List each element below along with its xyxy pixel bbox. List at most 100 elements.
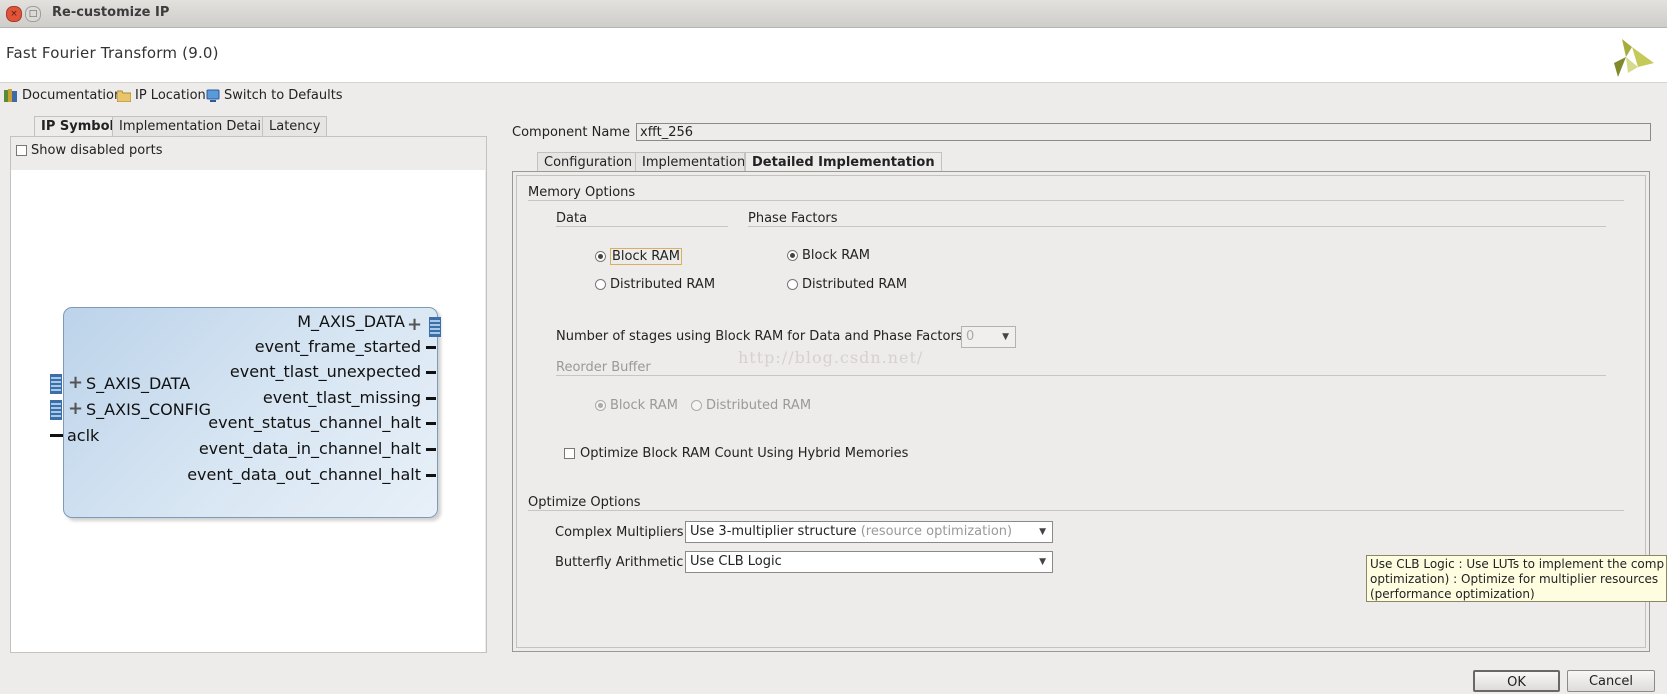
tab-latency[interactable]: Latency (262, 116, 328, 136)
tab-configuration[interactable]: Configuration (537, 152, 640, 172)
butterfly-arithmetic-label: Butterfly Arithmetic (555, 555, 684, 570)
complex-multipliers-label: Complex Multipliers (555, 525, 684, 540)
checkbox-box[interactable] (16, 145, 27, 156)
port-event-data-out-channel-halt: event_data_out_channel_halt (187, 465, 421, 484)
tab-implementation-details[interactable]: Implementation Details (112, 116, 279, 136)
data-block-ram-label: Block RAM (610, 248, 682, 265)
tooltip-line: (performance optimization) (1370, 587, 1535, 601)
pin (426, 448, 436, 451)
optimize-hybrid-label: Optimize Block RAM Count Using Hybrid Me… (580, 446, 909, 461)
phase-factors-heading: Phase Factors (748, 211, 838, 226)
s-axis-data-bus-icon (50, 374, 62, 394)
window-title: Re-customize IP (52, 5, 170, 20)
stages-value: 0 (966, 329, 975, 344)
divider (528, 510, 1624, 511)
ip-location-button[interactable]: IP Location (117, 88, 206, 103)
phase-block-ram-label: Block RAM (802, 248, 870, 263)
maximize-icon[interactable]: □ (25, 6, 41, 22)
close-icon[interactable]: × (6, 6, 22, 22)
reorder-distributed-ram-label: Distributed RAM (706, 398, 812, 413)
phase-distributed-ram-label: Distributed RAM (802, 277, 908, 292)
pin (426, 371, 436, 374)
xilinx-logo-icon (1614, 39, 1654, 77)
complex-multipliers-hint: (resource optimization) (860, 524, 1013, 539)
switch-defaults-label: Switch to Defaults (224, 88, 343, 103)
ip-header: Fast Fourier Transform (9.0) (0, 28, 1667, 83)
port-aclk: aclk (67, 426, 100, 445)
pin (50, 434, 63, 437)
cancel-button[interactable]: Cancel (1567, 670, 1655, 692)
folder-icon (117, 90, 131, 102)
refresh-icon (206, 89, 220, 102)
port-event-tlast-unexpected: event_tlast_unexpected (229, 362, 421, 381)
divider (748, 226, 1606, 227)
checkbox-box[interactable] (564, 448, 575, 459)
tooltip-line: optimization) : Optimize for multiplier … (1370, 572, 1659, 586)
port-event-tlast-missing: event_tlast_missing (262, 388, 421, 407)
pin (426, 397, 436, 400)
radio-selected-icon[interactable] (787, 250, 798, 261)
chevron-down-icon: ▼ (1039, 557, 1046, 567)
port-event-frame-started: event_frame_started (254, 337, 421, 356)
pin (426, 422, 436, 425)
divider (556, 226, 728, 227)
tab-ip-symbol[interactable]: IP Symbol (34, 116, 121, 136)
documentation-button[interactable]: Documentation (4, 88, 122, 103)
ip-location-label: IP Location (135, 88, 206, 103)
reorder-block-ram-label: Block RAM (610, 398, 678, 413)
butterfly-arithmetic-value: Use CLB Logic (690, 554, 782, 569)
books-icon (4, 89, 17, 102)
pin (426, 474, 436, 477)
memory-options-heading: Memory Options (528, 185, 636, 200)
phase-distributed-ram-radio[interactable]: Distributed RAM (787, 277, 907, 292)
tooltip-line: Use CLB Logic : Use LUTs to implement th… (1370, 557, 1665, 571)
chevron-down-icon: ▼ (1039, 527, 1046, 537)
expand-plus-icon[interactable]: + (68, 400, 83, 418)
show-disabled-ports-checkbox[interactable]: Show disabled ports (16, 143, 162, 158)
tab-implementation[interactable]: Implementation (635, 152, 745, 172)
title-bar: × □ Re-customize IP (0, 0, 1667, 28)
reorder-block-ram-radio[interactable]: Block RAM (595, 398, 678, 413)
chevron-down-icon: ▼ (1002, 332, 1009, 342)
divider (556, 375, 1606, 376)
port-s-axis-config: S_AXIS_CONFIG (86, 400, 211, 419)
expand-plus-icon[interactable]: + (68, 374, 83, 392)
pin (426, 346, 436, 349)
butterfly-tooltip: Use CLB Logic : Use LUTs to implement th… (1366, 555, 1667, 602)
ok-button[interactable]: OK (1473, 670, 1560, 692)
stages-dropdown[interactable]: 0 ▼ (961, 326, 1016, 348)
port-s-axis-data: S_AXIS_DATA (86, 374, 191, 393)
radio-selected-icon[interactable] (595, 251, 606, 262)
port-event-data-in-channel-halt: event_data_in_channel_halt (198, 439, 421, 458)
ip-title: Fast Fourier Transform (9.0) (6, 44, 219, 62)
complex-multipliers-dropdown[interactable]: Use 3-multiplier structure (resource opt… (685, 521, 1053, 543)
butterfly-arithmetic-dropdown[interactable]: Use CLB Logic ▼ (685, 551, 1053, 573)
data-heading: Data (556, 211, 588, 226)
expand-plus-icon[interactable]: + (407, 316, 422, 334)
s-axis-config-bus-icon (50, 400, 62, 420)
radio-icon[interactable] (787, 279, 798, 290)
optimize-options-heading: Optimize Options (528, 495, 641, 510)
port-m-axis-data: M_AXIS_DATA (297, 312, 405, 331)
reorder-buffer-heading: Reorder Buffer (556, 360, 651, 375)
port-event-status-channel-halt: event_status_channel_halt (208, 413, 421, 432)
m-axis-data-bus-icon (429, 317, 441, 337)
data-distributed-ram-radio[interactable]: Distributed RAM (595, 277, 715, 292)
radio-selected-icon[interactable] (595, 400, 606, 411)
reorder-distributed-ram-radio[interactable]: Distributed RAM (691, 398, 811, 413)
component-name-input[interactable]: xfft_256 (636, 123, 1651, 141)
component-name-label: Component Name (512, 125, 630, 140)
phase-block-ram-radio[interactable]: Block RAM (787, 248, 870, 263)
optimize-hybrid-checkbox[interactable]: Optimize Block RAM Count Using Hybrid Me… (564, 446, 908, 461)
watermark: http://blog.csdn.net/ (738, 348, 924, 367)
documentation-label: Documentation (22, 88, 123, 103)
radio-icon[interactable] (595, 279, 606, 290)
data-distributed-ram-label: Distributed RAM (610, 277, 716, 292)
data-block-ram-radio[interactable]: Block RAM (595, 248, 682, 265)
tab-detailed-implementation[interactable]: Detailed Implementation (745, 152, 942, 172)
complex-multipliers-value: Use 3-multiplier structure (690, 524, 857, 539)
show-disabled-ports-label: Show disabled ports (31, 143, 163, 158)
stages-label: Number of stages using Block RAM for Dat… (556, 329, 963, 344)
radio-icon[interactable] (691, 400, 702, 411)
switch-to-defaults-button[interactable]: Switch to Defaults (206, 88, 343, 103)
